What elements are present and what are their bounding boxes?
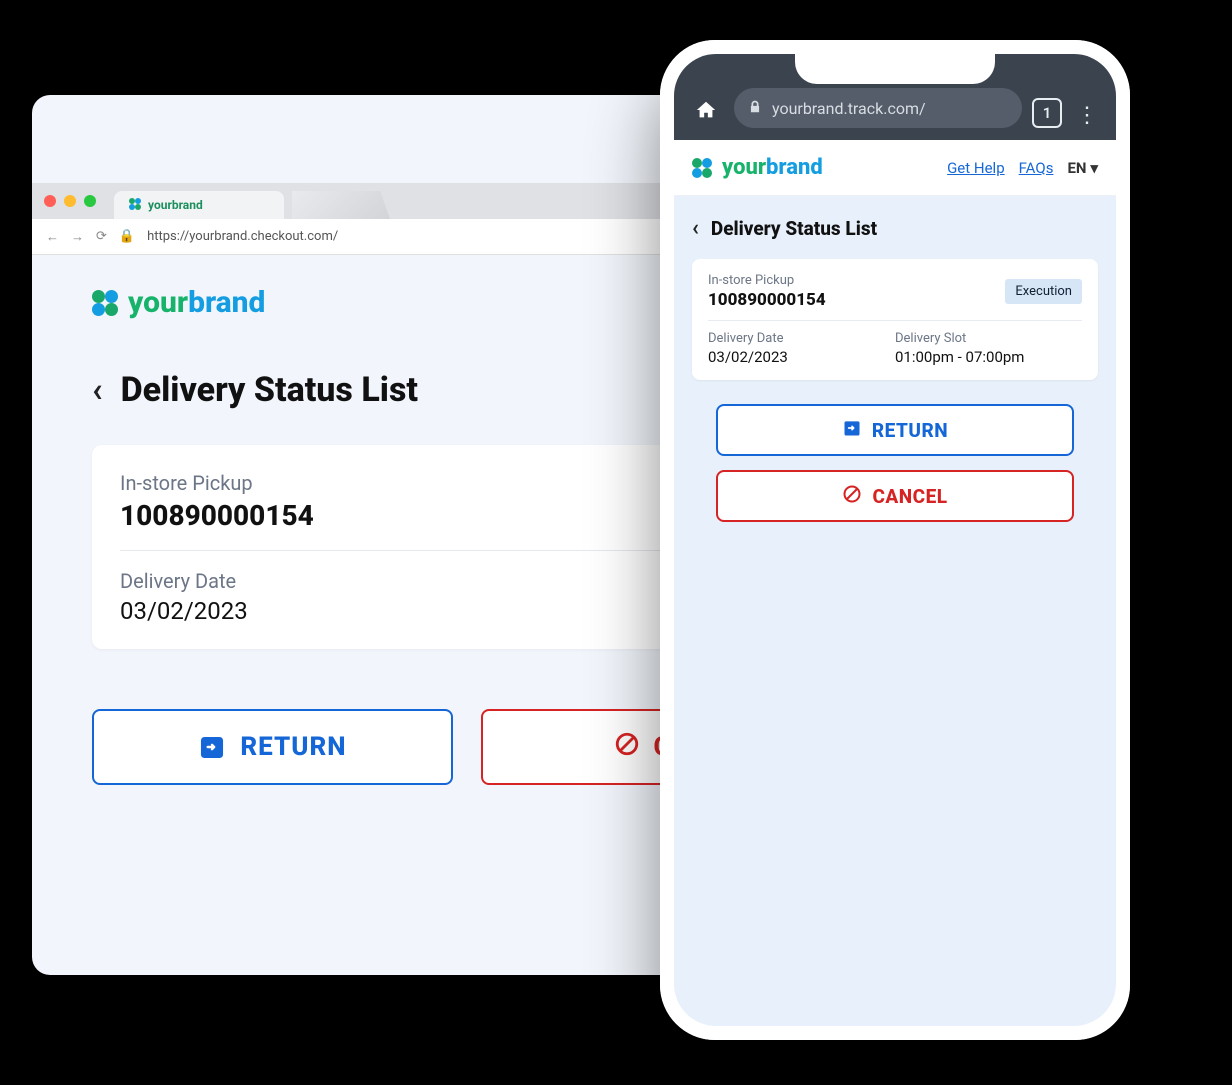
back-chevron-icon[interactable]: ‹ bbox=[92, 370, 103, 410]
page-title: Delivery Status List bbox=[121, 370, 418, 410]
delivery-date-label: Delivery Date bbox=[708, 331, 895, 346]
brand-your: your bbox=[128, 285, 188, 320]
mobile-url-text: yourbrand.track.com/ bbox=[772, 99, 926, 118]
url-text[interactable]: https://yourbrand.checkout.com/ bbox=[147, 229, 338, 244]
mobile-topbar: yourbrand Get Help FAQs EN ▾ bbox=[674, 140, 1116, 196]
nav-back-icon[interactable]: ← bbox=[46, 229, 59, 245]
delivery-slot-value: 01:00pm - 07:00pm bbox=[895, 348, 1082, 366]
browser-tab-label: yourbrand bbox=[148, 198, 203, 212]
delivery-date-label: Delivery Date bbox=[120, 569, 248, 593]
close-window-dot[interactable] bbox=[44, 195, 56, 207]
delivery-date-value: 03/02/2023 bbox=[708, 348, 895, 366]
brand-brand: brand bbox=[766, 155, 823, 180]
new-tab-shape bbox=[292, 191, 390, 219]
language-selector[interactable]: EN ▾ bbox=[1067, 159, 1098, 177]
cancel-icon bbox=[842, 484, 862, 509]
tab-count-button[interactable]: 1 bbox=[1032, 98, 1062, 128]
delivery-slot-label: Delivery Slot bbox=[895, 331, 1082, 346]
phone-notch bbox=[795, 54, 995, 84]
get-help-link[interactable]: Get Help bbox=[947, 159, 1005, 177]
nav-forward-icon[interactable]: → bbox=[71, 229, 84, 245]
mobile-title-row: ‹ Delivery Status List bbox=[692, 216, 1098, 241]
back-chevron-icon[interactable]: ‹ bbox=[692, 216, 699, 241]
maximize-window-dot[interactable] bbox=[84, 195, 96, 207]
chevron-down-icon: ▾ bbox=[1090, 159, 1098, 177]
brand-brand: brand bbox=[188, 285, 265, 320]
lock-icon: 🔒 bbox=[119, 229, 135, 244]
pickup-label: In-store Pickup bbox=[708, 273, 826, 288]
cancel-icon bbox=[614, 731, 640, 764]
order-id: 100890000154 bbox=[708, 290, 826, 310]
lock-icon bbox=[748, 99, 762, 118]
return-button[interactable]: RETURN bbox=[92, 709, 453, 785]
phone-screen: yourbrand.track.com/ 1 ⋮ yourbrand Get H… bbox=[674, 54, 1116, 1026]
calendar-arrow-icon bbox=[842, 418, 862, 443]
minimize-window-dot[interactable] bbox=[64, 195, 76, 207]
phone-frame: yourbrand.track.com/ 1 ⋮ yourbrand Get H… bbox=[660, 40, 1130, 1040]
pickup-label: In-store Pickup bbox=[120, 471, 314, 495]
page-title: Delivery Status List bbox=[711, 217, 877, 240]
tab-favicon bbox=[128, 197, 142, 214]
language-label: EN bbox=[1067, 159, 1086, 177]
brand-your: your bbox=[722, 155, 766, 180]
delivery-date-value: 03/02/2023 bbox=[120, 597, 248, 625]
order-id: 100890000154 bbox=[120, 499, 314, 532]
kebab-menu-icon[interactable]: ⋮ bbox=[1072, 103, 1102, 128]
window-traffic-lights bbox=[44, 195, 106, 207]
mobile-page: ‹ Delivery Status List In-store Pickup 1… bbox=[674, 196, 1116, 542]
cancel-button[interactable]: CANCEL bbox=[716, 470, 1074, 522]
browser-tab[interactable]: yourbrand bbox=[114, 191, 284, 219]
mobile-url-pill[interactable]: yourbrand.track.com/ bbox=[734, 88, 1022, 128]
cancel-button-label: CANCEL bbox=[872, 485, 947, 508]
delivery-card: In-store Pickup 100890000154 Execution D… bbox=[692, 259, 1098, 380]
mobile-top-links: Get Help FAQs EN ▾ bbox=[947, 159, 1098, 177]
nav-reload-icon[interactable]: ⟳ bbox=[96, 229, 107, 244]
status-badge: Execution bbox=[1005, 279, 1082, 304]
mobile-action-buttons: RETURN CANCEL bbox=[692, 404, 1098, 522]
return-button-label: RETURN bbox=[872, 419, 948, 442]
calendar-arrow-icon bbox=[198, 733, 226, 761]
home-icon[interactable] bbox=[688, 92, 724, 128]
return-button-label: RETURN bbox=[240, 732, 346, 762]
faqs-link[interactable]: FAQs bbox=[1019, 159, 1054, 177]
brand-logo-mobile: yourbrand bbox=[692, 155, 823, 180]
return-button[interactable]: RETURN bbox=[716, 404, 1074, 456]
